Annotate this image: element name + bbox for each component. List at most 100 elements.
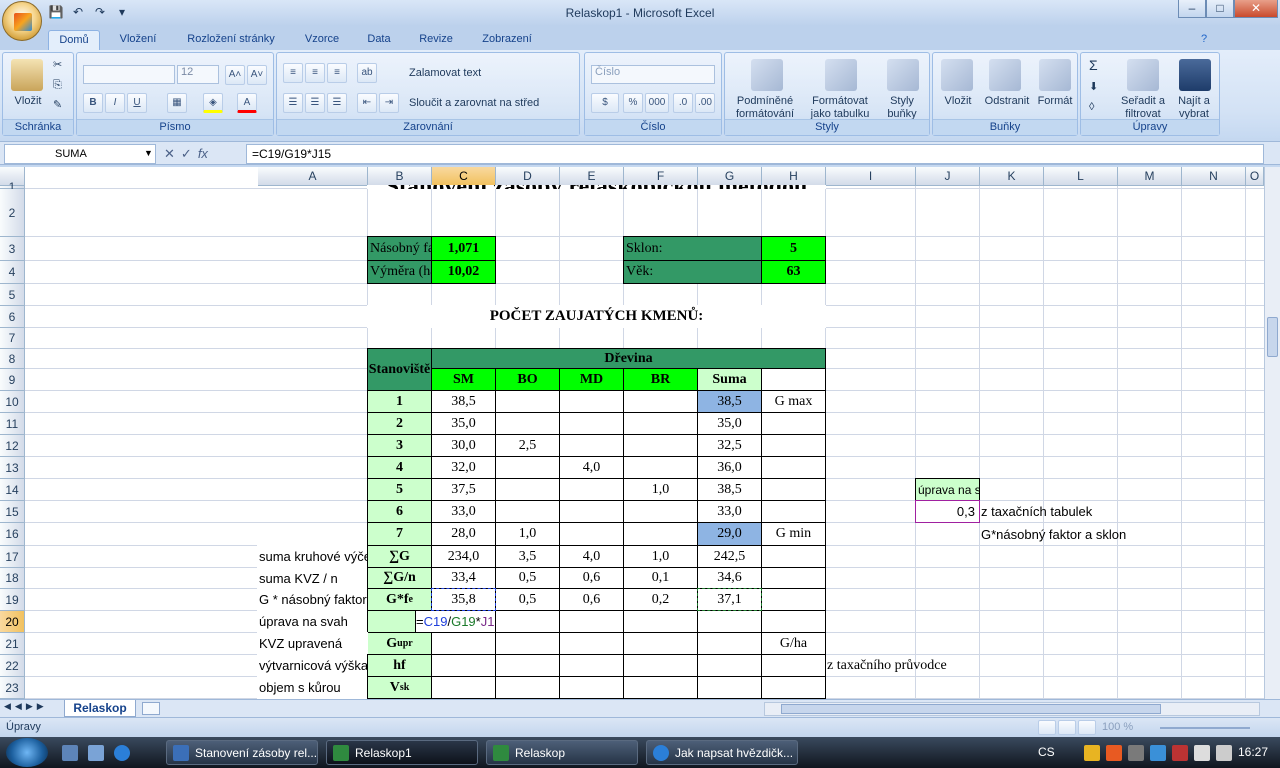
tab-data[interactable]: Data (358, 30, 400, 50)
table-cell[interactable] (623, 500, 698, 523)
start-button[interactable] (6, 738, 48, 767)
table-cell[interactable] (495, 610, 560, 633)
align-right-icon[interactable]: ☰ (327, 93, 347, 113)
table-cell[interactable]: 34,6 (697, 567, 762, 589)
table-cell[interactable]: 4,0 (559, 456, 624, 479)
tray-icon[interactable] (1106, 745, 1122, 761)
value-cell[interactable]: 63 (761, 260, 826, 284)
table-cell[interactable] (623, 676, 698, 699)
row-header[interactable]: 21 (0, 633, 25, 655)
label-cell[interactable]: suma KVZ / n (257, 567, 368, 589)
task-item[interactable]: Relaskop (486, 740, 638, 765)
column-header[interactable]: I (826, 167, 916, 186)
table-cell[interactable]: 0,6 (559, 588, 624, 611)
table-cell[interactable] (697, 632, 762, 655)
decrease-indent-icon[interactable]: ⇤ (357, 93, 377, 113)
table-cell[interactable]: 2 (367, 412, 432, 435)
table-header-cell[interactable]: BR (623, 368, 698, 391)
row-header[interactable]: 17 (0, 546, 25, 568)
table-cell[interactable] (697, 654, 762, 677)
table-cell[interactable] (431, 632, 496, 655)
language-indicator[interactable]: CS (1038, 745, 1055, 759)
table-cell[interactable]: 0,5 (495, 567, 560, 589)
task-item[interactable]: Jak napsat hvězdičk... (646, 740, 798, 765)
task-item[interactable]: Relaskop1 (326, 740, 478, 765)
table-cell[interactable] (559, 522, 624, 546)
worksheet-grid[interactable]: ABCDEFGHIJKLMNO 1 2 3 4 5 6 7 8 9 10 11 12 13 14 15 16 1… (0, 167, 1264, 699)
label-cell[interactable]: z taxačního průvodce (825, 654, 1044, 677)
table-cell[interactable] (495, 412, 560, 435)
table-cell[interactable] (761, 368, 826, 391)
table-cell[interactable] (495, 632, 560, 655)
table-cell[interactable]: 38,5 (431, 390, 496, 413)
row-header[interactable]: 15 (0, 501, 25, 523)
table-cell[interactable]: 32,5 (697, 434, 762, 457)
table-cell[interactable] (559, 654, 624, 677)
column-header[interactable]: H (762, 167, 826, 186)
table-cell[interactable]: 36,0 (697, 456, 762, 479)
table-cell[interactable]: 0,2 (623, 588, 698, 611)
table-cell[interactable] (559, 434, 624, 457)
ie-icon[interactable] (114, 745, 130, 761)
row-header[interactable]: 6 (0, 306, 25, 328)
tray-icon[interactable] (1172, 745, 1188, 761)
table-cell[interactable]: 1 (367, 390, 432, 413)
table-cell[interactable]: 33,0 (431, 500, 496, 523)
table-cell[interactable]: 30,0 (431, 434, 496, 457)
table-cell[interactable] (761, 545, 826, 568)
close-button[interactable]: ✕ (1234, 0, 1278, 18)
clock[interactable]: 16:27 (1238, 745, 1268, 759)
tab-revize[interactable]: Revize (408, 30, 464, 50)
table-cell[interactable] (761, 654, 826, 677)
scroll-thumb[interactable] (1267, 317, 1278, 357)
column-header[interactable]: B (368, 167, 432, 186)
table-cell[interactable]: 35,0 (431, 412, 496, 435)
wrap-text-button[interactable]: Zalamovat text (409, 67, 481, 80)
row-header[interactable]: 20 (0, 611, 25, 633)
table-cell[interactable]: 35,0 (697, 412, 762, 435)
column-header[interactable]: F (624, 167, 698, 186)
table-cell[interactable] (495, 456, 560, 479)
grow-font-icon[interactable]: A˄ (225, 65, 245, 85)
thousands-button[interactable]: 000 (645, 93, 669, 113)
table-cell[interactable]: 28,0 (431, 522, 496, 546)
table-cell[interactable]: 242,5 (697, 545, 762, 568)
insert-sheet-icon[interactable] (142, 702, 160, 715)
table-cell[interactable]: 37,5 (431, 478, 496, 501)
table-cell[interactable] (761, 412, 826, 435)
table-cell[interactable] (559, 412, 624, 435)
table-cell[interactable] (761, 478, 826, 501)
table-cell[interactable]: 1,0 (623, 545, 698, 568)
table-cell[interactable]: 6 (367, 500, 432, 523)
cut-icon[interactable]: ✂ (53, 59, 62, 72)
tray-icon[interactable] (1128, 745, 1144, 761)
font-size-select[interactable]: 12 (177, 65, 219, 84)
format-cells-button[interactable]: Formát (1035, 95, 1075, 108)
label-cell[interactable]: úprava na svah (915, 478, 980, 501)
name-box-dropdown-icon[interactable]: ▼ (144, 148, 153, 158)
table-header-cell[interactable]: BO (495, 368, 560, 391)
title-cell[interactable]: Stanovení zásoby relaskopickou metodou (367, 185, 826, 189)
table-cell[interactable]: ∑G/n (367, 567, 432, 589)
help-icon[interactable]: ? (1196, 30, 1212, 50)
label-cell[interactable]: výtvarnicová výška (257, 654, 368, 677)
insert-function-icon[interactable]: fx (198, 144, 208, 164)
sheet-tab-relaskop[interactable]: Relaskop (64, 700, 136, 717)
column-header[interactable]: C (432, 167, 496, 186)
row-header[interactable]: 11 (0, 413, 25, 435)
normal-view-icon[interactable] (1038, 720, 1056, 735)
sort-filter-button[interactable]: Seřadit a filtrovat (1115, 95, 1171, 121)
table-cell[interactable]: 3 (367, 434, 432, 457)
column-header[interactable]: J (916, 167, 980, 186)
table-cell[interactable]: 1,0 (623, 478, 698, 501)
table-cell[interactable] (761, 676, 826, 699)
row-header[interactable]: 16 (0, 523, 25, 546)
switch-windows-icon[interactable] (88, 745, 104, 761)
find-select-button[interactable]: Najít a vybrat (1171, 95, 1217, 121)
conditional-format-button[interactable]: Podmíněné formátování (727, 95, 803, 121)
tray-icon[interactable] (1084, 745, 1100, 761)
fill-icon[interactable]: ⬇ (1089, 81, 1098, 94)
table-cell[interactable]: 7 (367, 522, 432, 546)
table-cell[interactable] (559, 390, 624, 413)
increase-indent-icon[interactable]: ⇥ (379, 93, 399, 113)
